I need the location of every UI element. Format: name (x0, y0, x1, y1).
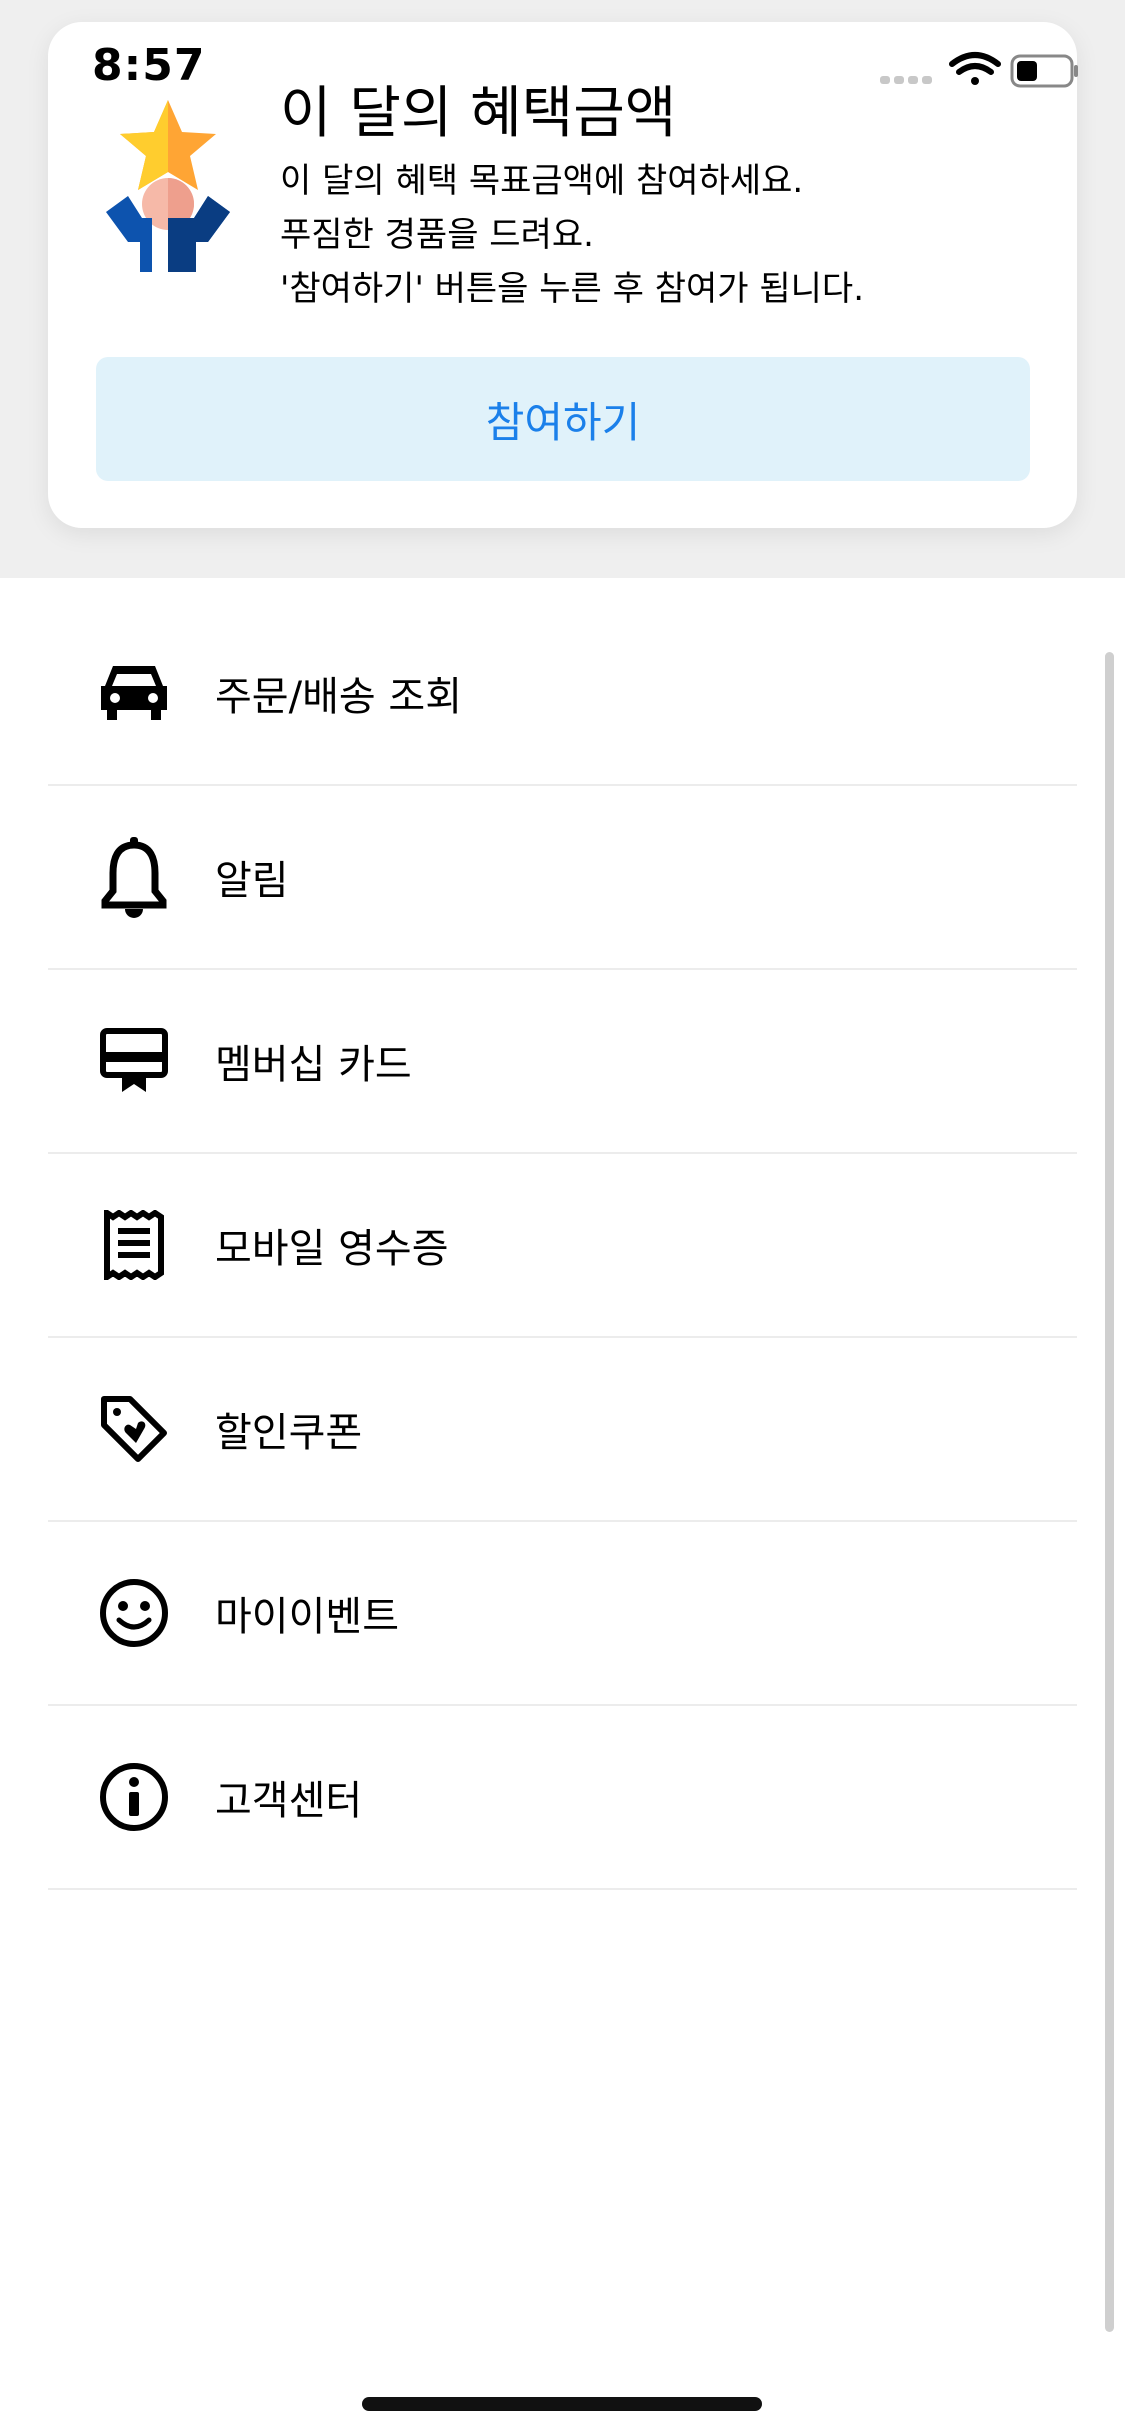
home-indicator[interactable] (362, 2397, 762, 2411)
status-icons (880, 52, 1078, 88)
promo-illustration (106, 100, 230, 272)
menu-item-label: 멤버십 카드 (215, 1042, 412, 1088)
menu-item-membership-card[interactable]: 멤버십 카드 (48, 970, 1077, 1154)
wifi-icon (949, 52, 1001, 85)
menu-item-mobile-receipt[interactable]: 모바일 영수증 (48, 1154, 1077, 1338)
menu-item-label: 주문/배송 조회 (215, 674, 462, 720)
promo-description: 이 달의 혜택 목표금액에 참여하세요. 푸짐한 경품을 드려요. '참여하기'… (280, 154, 864, 316)
menu-item-notifications[interactable]: 알림 (48, 786, 1077, 970)
menu-item-order-delivery[interactable]: 주문/배송 조회 (48, 602, 1077, 786)
menu-item-label: 마이이벤트 (215, 1594, 399, 1640)
menu-item-label: 모바일 영수증 (215, 1226, 449, 1272)
menu-list: 주문/배송 조회 알림 멤버십 카드 모바일 영수증 할인쿠폰 마이이벤트 고객… (48, 602, 1077, 1890)
scrollbar[interactable] (1105, 652, 1114, 2332)
promo-line: 푸짐한 경품을 드려요. (280, 215, 594, 255)
menu-item-customer-center[interactable]: 고객센터 (48, 1706, 1077, 1890)
menu-item-discount-coupon[interactable]: 할인쿠폰 (48, 1338, 1077, 1522)
car-icon (98, 657, 170, 729)
smile-icon (98, 1577, 170, 1649)
promo-title: 이 달의 혜택금액 (280, 81, 677, 146)
menu-item-label: 고객센터 (215, 1778, 363, 1824)
battery-icon (1010, 54, 1078, 88)
promo-line: 이 달의 혜택 목표금액에 참여하세요. (280, 161, 804, 201)
promo-line: '참여하기' 버튼을 누른 후 참여가 됩니다. (280, 269, 865, 309)
menu-item-label: 할인쿠폰 (215, 1410, 363, 1456)
membership-card-icon (98, 1025, 170, 1097)
signal-icon (880, 76, 932, 84)
receipt-icon (98, 1209, 170, 1281)
tag-heart-icon (98, 1393, 170, 1465)
menu-item-my-event[interactable]: 마이이벤트 (48, 1522, 1077, 1706)
info-icon (98, 1761, 170, 1833)
join-button[interactable]: 참여하기 (96, 357, 1030, 481)
bell-icon (98, 837, 170, 918)
status-time: 8:57 (92, 40, 206, 91)
menu-item-label: 알림 (215, 858, 289, 904)
